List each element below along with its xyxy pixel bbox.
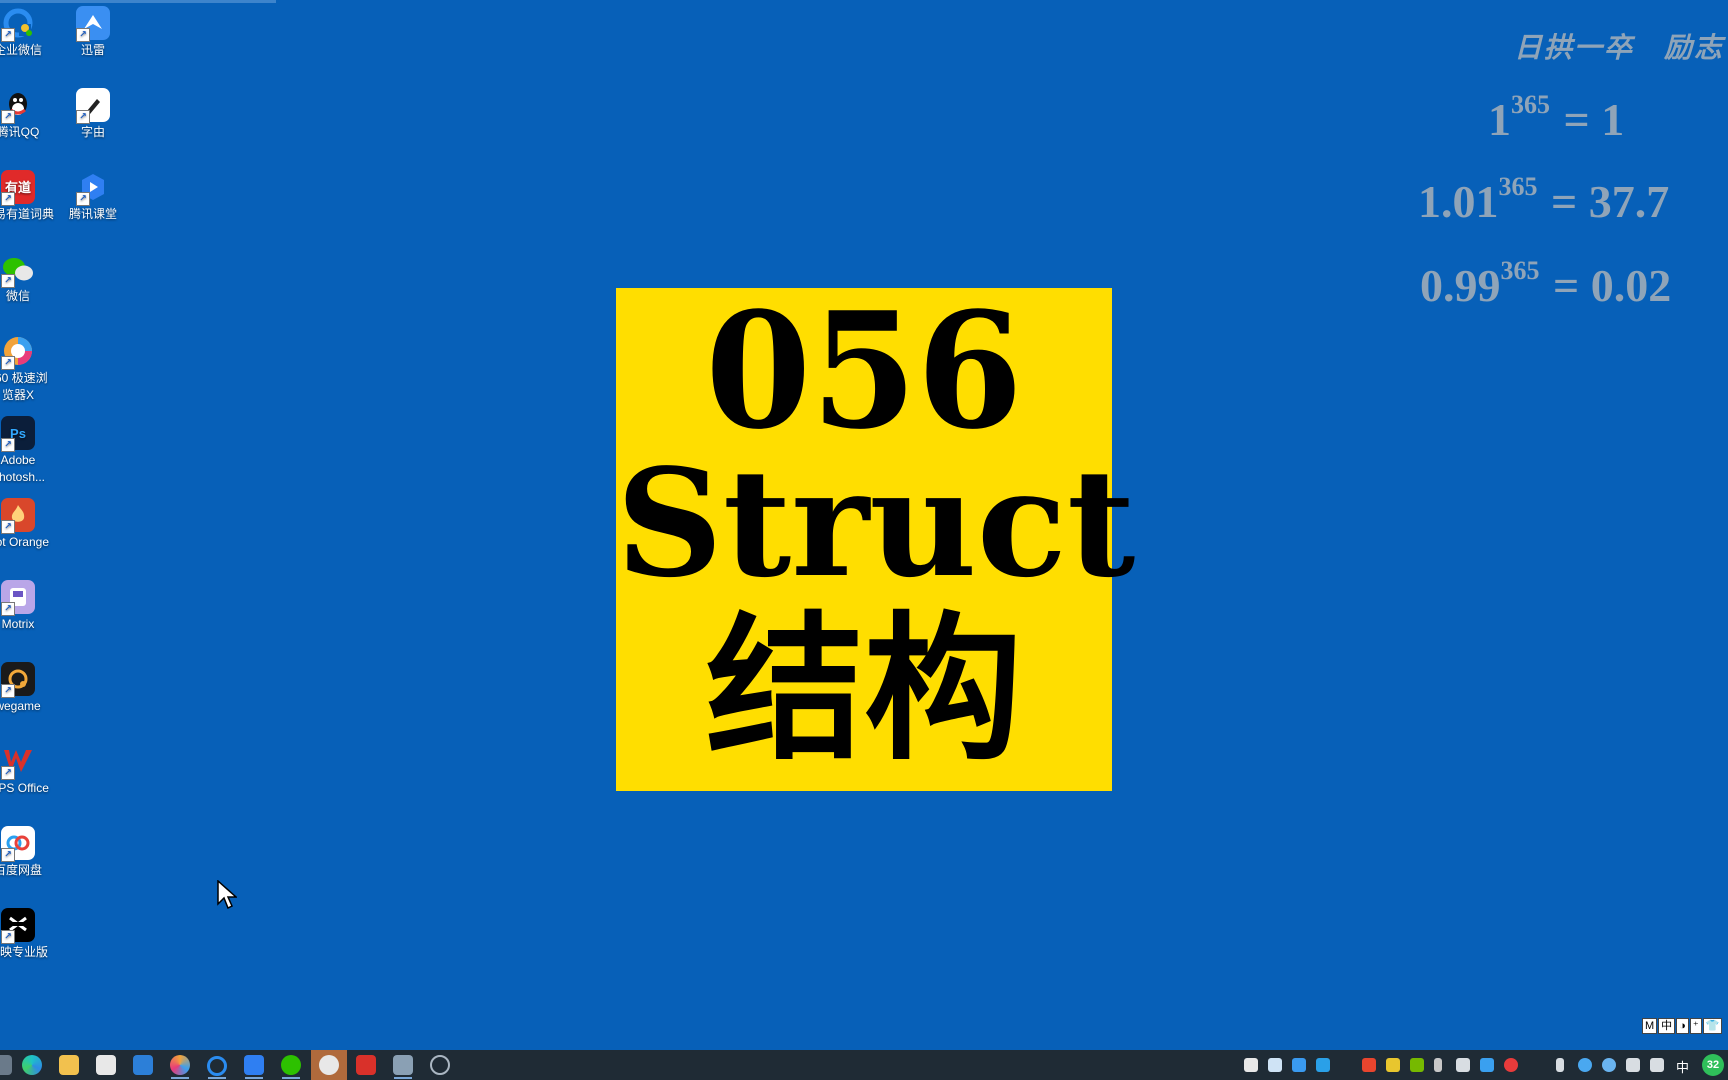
security-icon[interactable] bbox=[1386, 1058, 1400, 1072]
desktop-icon-label: Adobe Photosh... bbox=[0, 453, 46, 484]
desktop-icon-label: Hot Orange bbox=[0, 535, 50, 549]
shield-icon[interactable] bbox=[1480, 1058, 1494, 1072]
desktop-icon-label: 360 极速浏览器X bbox=[0, 371, 48, 402]
pen-tool-icon[interactable] bbox=[1244, 1058, 1258, 1072]
running-indicator bbox=[245, 1077, 263, 1079]
wegame-icon: ↗ bbox=[1, 662, 35, 698]
search-tool-icon[interactable] bbox=[1268, 1058, 1282, 1072]
lesson-title-chinese: 结构 bbox=[706, 598, 1022, 782]
youdao-icon: 有道 ↗ bbox=[1, 170, 35, 206]
desktop-icon-label: 百度网盘 bbox=[0, 863, 42, 877]
desktop-icon-qq[interactable]: ↗ 腾讯QQ bbox=[0, 88, 56, 141]
nvidia-icon[interactable] bbox=[1410, 1058, 1424, 1072]
baidu-netdisk-icon: ↗ bbox=[1, 826, 35, 862]
photoshop-icon: Ps ↗ bbox=[1, 416, 35, 452]
desktop-icon-label: Motrix bbox=[1, 617, 35, 631]
desktop-icon-label: 腾讯课堂 bbox=[68, 207, 117, 221]
input-language[interactable]: 中 bbox=[1676, 1057, 1689, 1076]
ime-lang[interactable]: 中 bbox=[1658, 1018, 1676, 1034]
lesson-title-english: Struct bbox=[616, 436, 1136, 610]
xunlei-icon: ↗ bbox=[76, 6, 110, 42]
taskbar: 中 32 bbox=[0, 1050, 1728, 1080]
formula-2: 1.01365 = 37.7 bbox=[1418, 172, 1670, 227]
hot-orange-icon: ↗ bbox=[1, 498, 35, 534]
desktop-icon-baidu-netdisk[interactable]: ↗ 百度网盘 bbox=[0, 826, 56, 879]
desktop-icon-label: 微信 bbox=[5, 289, 30, 303]
wecom-icon: ↗ bbox=[1, 6, 35, 42]
task-view-icon[interactable] bbox=[0, 1055, 12, 1075]
wps-office-icon[interactable] bbox=[356, 1055, 376, 1075]
formula-3: 0.99365 = 0.02 bbox=[1420, 256, 1672, 311]
ime-skin[interactable]: 👕 bbox=[1702, 1018, 1723, 1034]
network-icon[interactable] bbox=[1626, 1058, 1640, 1072]
desktop-icon-label: wegame bbox=[0, 699, 41, 713]
record-icon[interactable] bbox=[1504, 1058, 1518, 1072]
desktop-icon-tencent-class[interactable]: ↗ 腾讯课堂 bbox=[55, 170, 131, 223]
running-indicator bbox=[208, 1077, 226, 1079]
desktop-icon-label: 网易有道词典 bbox=[0, 207, 54, 221]
file-explorer-icon[interactable] bbox=[59, 1055, 79, 1075]
desktop-icon-label: WPS Office bbox=[0, 781, 49, 795]
capcut-icon: ↗ bbox=[1, 908, 35, 944]
desktop-icon-photoshop[interactable]: Ps↗ Adobe Photosh... bbox=[0, 416, 56, 486]
edge-icon[interactable] bbox=[22, 1055, 42, 1075]
desktop-icon-label: 迅雷 bbox=[80, 43, 105, 57]
wechat-icon[interactable] bbox=[281, 1055, 301, 1075]
formula-1: 1365 = 1 bbox=[1488, 90, 1625, 145]
crop-tool-icon[interactable] bbox=[1292, 1058, 1306, 1072]
browser-tray-icon[interactable] bbox=[1602, 1058, 1616, 1072]
title-card: 056 Struct 结构 bbox=[616, 276, 1136, 791]
remote-desktop-icon[interactable] bbox=[393, 1055, 413, 1075]
speaker-icon[interactable] bbox=[1650, 1058, 1664, 1072]
tencent-class-icon: ↗ bbox=[76, 170, 110, 206]
desktop-icon-label: 字由 bbox=[80, 125, 105, 139]
display-icon[interactable] bbox=[1456, 1058, 1470, 1072]
desktop-icon-wechat[interactable]: ↗ 微信 bbox=[0, 252, 56, 305]
browser-360-icon: ↗ bbox=[1, 334, 35, 370]
onedrive-icon[interactable] bbox=[1578, 1058, 1592, 1072]
desktop-icon-ziyou[interactable]: ↗ 字由 bbox=[55, 88, 131, 141]
desktop-icon-motrix[interactable]: ↗ Motrix bbox=[0, 580, 56, 633]
settings-app-icon[interactable] bbox=[430, 1055, 450, 1075]
browser-360-icon[interactable] bbox=[170, 1055, 190, 1075]
desktop-icon-wegame[interactable]: ↗ wegame bbox=[0, 662, 56, 715]
mouse-cursor-icon bbox=[217, 880, 237, 910]
desktop-icon-label: 剪映专业版 bbox=[0, 945, 48, 959]
ziyou-icon: ↗ bbox=[76, 88, 110, 124]
running-indicator bbox=[282, 1077, 300, 1079]
volume-warning-icon[interactable] bbox=[1362, 1058, 1376, 1072]
desktop-icon-wecom[interactable]: ↗ 企业微信 bbox=[0, 6, 56, 59]
tencent-class-icon[interactable] bbox=[244, 1055, 264, 1075]
ime-mode[interactable]: M bbox=[1642, 1018, 1658, 1034]
desktop-icon-360-browser[interactable]: ↗ 360 极速浏览器X bbox=[0, 334, 56, 404]
wps-office-icon: ↗ bbox=[1, 744, 35, 780]
desktop-icon-label: 企业微信 bbox=[0, 43, 42, 57]
window-edge-strip bbox=[0, 0, 276, 3]
desktop-icon-hot-orange[interactable]: ↗ Hot Orange bbox=[0, 498, 56, 551]
desktop-icon-wps[interactable]: ↗ WPS Office bbox=[0, 744, 56, 797]
desktop-icon-youdao[interactable]: 有道↗ 网易有道词典 bbox=[0, 170, 56, 223]
ime-user[interactable]: ⁺ bbox=[1689, 1018, 1702, 1034]
send-tool-icon[interactable] bbox=[1316, 1058, 1330, 1072]
active-app-icon[interactable] bbox=[319, 1055, 339, 1075]
usb-icon[interactable] bbox=[1434, 1058, 1442, 1072]
mail-icon[interactable] bbox=[133, 1055, 153, 1075]
motrix-icon: ↗ bbox=[1, 580, 35, 616]
running-indicator bbox=[171, 1077, 189, 1079]
running-indicator bbox=[394, 1077, 412, 1079]
desktop-icon-capcut[interactable]: ↗ 剪映专业版 bbox=[0, 908, 56, 961]
wechat-icon: ↗ bbox=[1, 252, 35, 288]
microphone-icon[interactable] bbox=[1556, 1058, 1564, 1072]
qq-icon: ↗ bbox=[1, 88, 35, 124]
desktop-icon-label: 腾讯QQ bbox=[0, 125, 40, 139]
desktop-icon-xunlei[interactable]: ↗ 迅雷 bbox=[55, 6, 131, 59]
motto-title: 日拱一卒 励志 bbox=[1513, 31, 1724, 64]
ime-toolbar[interactable]: M 中 ◑ ⁺ 👕 bbox=[1642, 1018, 1723, 1034]
notification-badge[interactable]: 32 bbox=[1702, 1054, 1724, 1076]
wecom-icon[interactable] bbox=[207, 1056, 227, 1076]
store-icon[interactable] bbox=[96, 1055, 116, 1075]
ime-width[interactable]: ◑ bbox=[1676, 1018, 1689, 1034]
lesson-number: 056 bbox=[705, 276, 1023, 465]
